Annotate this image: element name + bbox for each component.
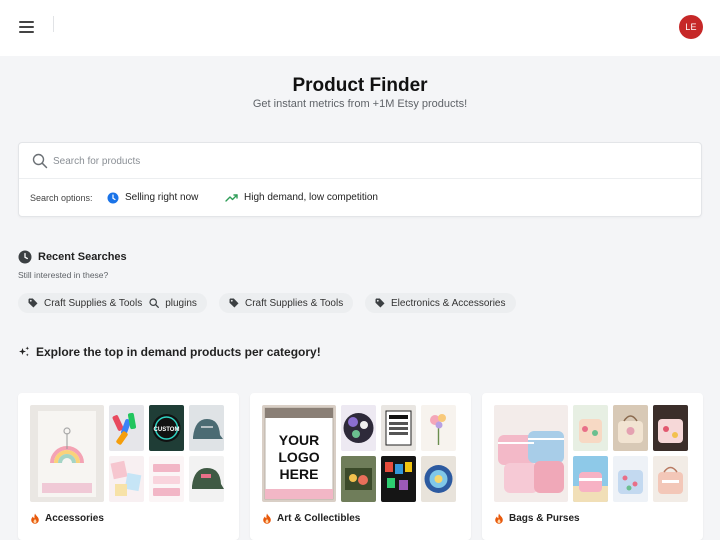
fire-icon — [263, 513, 271, 524]
product-image — [109, 405, 144, 451]
category-label: Art & Collectibles — [262, 513, 360, 524]
recent-search-chip[interactable]: Craft Supplies & Tools plugins — [18, 293, 207, 313]
page-title: Product Finder — [292, 75, 428, 96]
category-name: Art & Collectibles — [277, 513, 361, 524]
option-label: High demand, low competition — [244, 192, 378, 203]
product-image — [421, 405, 456, 451]
recent-search-category: Craft Supplies & Tools — [245, 297, 344, 309]
search-icon — [149, 298, 160, 308]
recent-searches-subtitle: Still interested in these? — [18, 270, 109, 280]
explore-heading: Explore the top in demand products per c… — [18, 345, 321, 359]
clock-icon — [106, 191, 119, 204]
svg-text:CUSTOM: CUSTOM — [154, 427, 180, 433]
product-image — [341, 405, 376, 451]
fire-icon — [495, 513, 503, 524]
search-card: Search options: Selling right now High d… — [18, 142, 702, 217]
product-image — [573, 456, 608, 502]
product-image: YOUR LOGO HERE — [262, 405, 336, 502]
svg-text:YOUR: YOUR — [279, 432, 319, 448]
page-subtitle: Get instant metrics from +1M Etsy produc… — [252, 98, 468, 110]
search-options-label: Search options: — [30, 193, 93, 203]
product-image — [149, 456, 184, 502]
tag-icon — [229, 298, 239, 308]
product-image — [421, 456, 456, 502]
topbar-divider — [53, 16, 54, 32]
option-selling-right-now[interactable]: Selling right now — [102, 188, 207, 207]
option-high-demand-low-competition[interactable]: High demand, low competition — [221, 188, 386, 207]
history-icon — [18, 250, 32, 264]
product-image — [381, 405, 416, 451]
sparkles-icon — [19, 346, 30, 357]
trending-up-icon — [225, 191, 238, 204]
product-image — [341, 456, 376, 502]
product-image — [573, 405, 608, 451]
recent-search-chip[interactable]: Electronics & Accessories — [365, 293, 516, 313]
recent-searches-title: Recent Searches — [38, 251, 127, 263]
recent-search-chip[interactable]: Craft Supplies & Tools — [219, 293, 354, 313]
recent-search-query: plugins — [165, 297, 197, 309]
product-image — [30, 405, 104, 502]
recent-search-category: Craft Supplies & Tools — [44, 297, 143, 309]
product-image — [653, 456, 688, 502]
product-image — [109, 456, 144, 502]
svg-text:LOGO: LOGO — [278, 449, 319, 465]
category-card-bags-purses[interactable]: Bags & Purses — [482, 393, 703, 540]
tag-icon — [375, 298, 385, 308]
product-image: CUSTOM — [149, 405, 184, 451]
user-avatar[interactable]: LE — [679, 15, 703, 39]
search-row — [19, 143, 701, 179]
product-image — [613, 456, 648, 502]
search-input[interactable] — [53, 151, 673, 171]
category-card-art-collectibles[interactable]: YOUR LOGO HERE Art & Collectibles — [250, 393, 471, 540]
category-name: Bags & Purses — [509, 513, 580, 524]
product-image — [189, 405, 224, 451]
fire-icon — [31, 513, 39, 524]
top-bar: LE — [0, 0, 720, 56]
tag-icon — [28, 298, 38, 308]
recent-search-category: Electronics & Accessories — [391, 297, 506, 309]
category-label: Accessories — [30, 513, 104, 524]
product-image — [494, 405, 568, 502]
product-image — [653, 405, 688, 451]
product-image — [381, 456, 416, 502]
search-icon — [32, 153, 48, 169]
hamburger-menu-icon[interactable] — [19, 21, 34, 33]
option-label: Selling right now — [125, 192, 199, 203]
category-name: Accessories — [45, 513, 104, 524]
svg-text:HERE: HERE — [280, 466, 319, 482]
product-image — [189, 456, 224, 502]
category-label: Bags & Purses — [494, 513, 580, 524]
recent-searches-heading: Recent Searches — [18, 250, 127, 264]
product-image — [613, 405, 648, 451]
category-card-accessories[interactable]: CUSTOM Accessories — [18, 393, 239, 540]
explore-title: Explore the top in demand products per c… — [36, 345, 321, 359]
